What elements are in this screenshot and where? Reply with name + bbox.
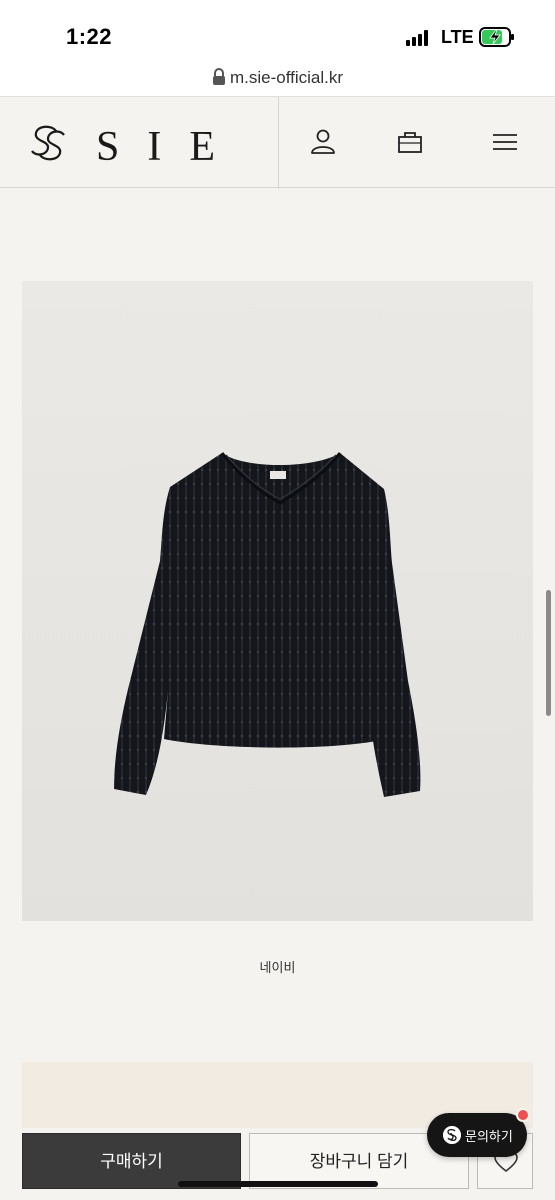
- home-indicator[interactable]: [178, 1181, 378, 1187]
- status-time: 1:22: [66, 24, 113, 49]
- network-type: LTE: [441, 27, 474, 47]
- address-bar[interactable]: m.sie-official.kr: [0, 62, 555, 96]
- brand-name: SIE: [96, 124, 243, 170]
- shopping-bag-icon[interactable]: [395, 127, 425, 157]
- url-text: m.sie-official.kr: [229, 68, 344, 87]
- account-icon[interactable]: [308, 127, 338, 157]
- menu-icon[interactable]: [490, 127, 520, 157]
- brand-logo-icon: [443, 1126, 461, 1144]
- lock-icon: [212, 68, 225, 85]
- battery-charging-icon: [479, 27, 514, 47]
- navy-knit-sweater-photo: [22, 281, 533, 921]
- chat-label: 문의하기: [465, 1129, 513, 1144]
- brand-logo-icon: [31, 125, 65, 161]
- product-image[interactable]: [22, 281, 533, 921]
- notification-dot: [516, 1108, 530, 1122]
- site-header: SIE: [0, 96, 555, 189]
- signal-icon: [406, 30, 430, 46]
- inquiry-chat-button[interactable]: 문의하기: [427, 1108, 530, 1157]
- color-option-label: 네이비: [259, 960, 296, 975]
- page-scrollbar[interactable]: [546, 590, 551, 716]
- status-bar: 1:22 LTE: [0, 0, 555, 62]
- header-divider: [278, 97, 279, 189]
